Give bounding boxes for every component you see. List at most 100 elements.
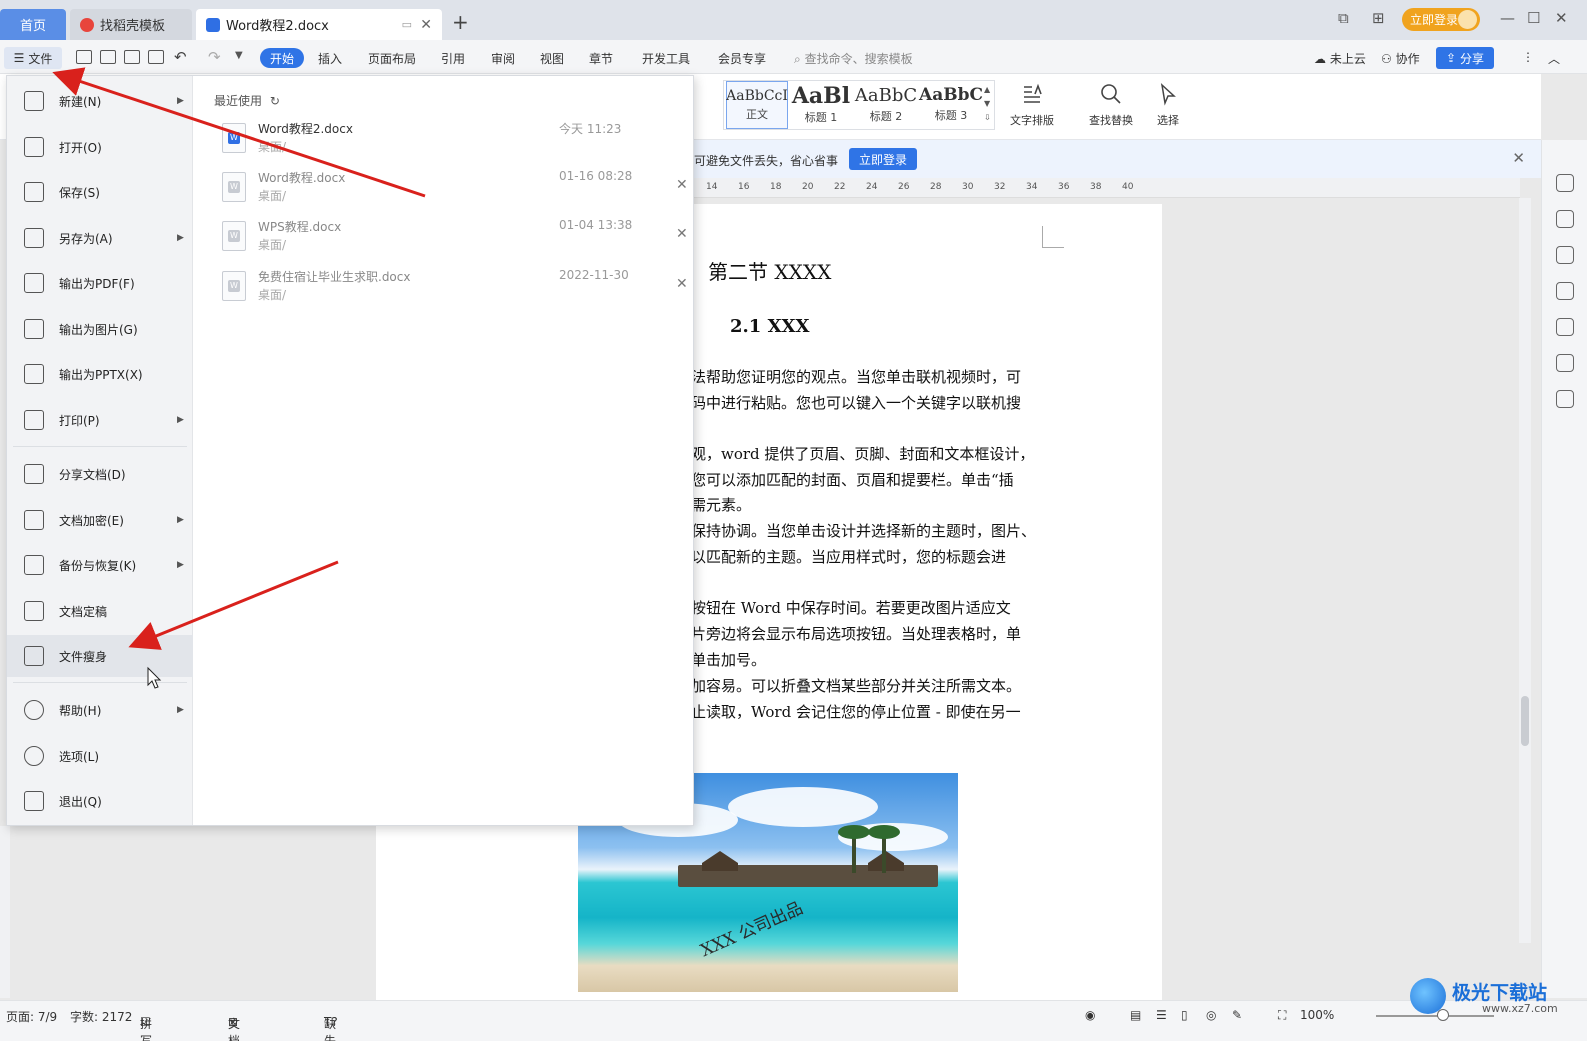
page-indicator[interactable]: 页面: 7/9 (6, 1008, 57, 1025)
remove-recent-icon[interactable]: ✕ (676, 276, 688, 292)
recent-file-item[interactable]: Word教程.docx 桌面/ 01-16 08:28 ✕ (214, 167, 690, 213)
style-heading-3[interactable]: AaBbC 标题 3 (919, 81, 983, 129)
doc-line: 当保持协调。当您单击设计并选择新的主题时，图片、 (676, 522, 1037, 540)
word-count[interactable]: 字数: 2172 (70, 1008, 132, 1025)
menu-item-share[interactable]: 分享文档(D) (7, 453, 193, 495)
tab-member[interactable]: 会员专享 (718, 50, 766, 67)
right-sidebar (1541, 140, 1587, 998)
notice-login-button[interactable]: 立即登录 (849, 148, 917, 170)
export-pdf-icon[interactable] (100, 50, 116, 64)
web-view-icon[interactable]: ◎ (1206, 1008, 1216, 1022)
style-heading-1[interactable]: AaBl 标题 1 (790, 81, 852, 129)
layout-switch-icon[interactable]: ⧉ (1338, 9, 1349, 27)
remove-recent-icon[interactable]: ✕ (676, 226, 688, 242)
share-button[interactable]: ⇪ 分享 (1436, 47, 1494, 69)
print-icon[interactable] (124, 50, 140, 64)
text-layout-button[interactable]: 文字排版 (1010, 82, 1054, 128)
login-button[interactable]: 立即登录 (1402, 8, 1480, 31)
minimize-icon[interactable]: — (1500, 9, 1515, 27)
menu-item-export-pdf[interactable]: 输出为PDF(F) (7, 262, 193, 304)
command-search[interactable]: ⌕ 查找命令、搜索模板 (794, 50, 913, 67)
menu-item-encrypt[interactable]: 文档加密(E) ▶ (7, 499, 193, 541)
pointer-icon[interactable] (1556, 246, 1574, 264)
menu-item-label: 打开(O) (59, 140, 102, 155)
zoom-level[interactable]: 100% (1300, 1008, 1334, 1022)
close-window-icon[interactable]: ✕ (1555, 9, 1568, 27)
collapse-ribbon-icon[interactable]: ︿ (1548, 50, 1560, 67)
collaborate-button[interactable]: ⚇ 协作 (1381, 50, 1420, 67)
horizontal-ruler[interactable]: 14 16 18 20 22 24 26 28 30 32 34 36 38 4… (694, 178, 1520, 198)
style-heading-2[interactable]: AaBbC 标题 2 (854, 81, 918, 129)
image-icon (24, 319, 44, 339)
close-tab-icon[interactable]: ✕ (420, 17, 432, 33)
save-icon[interactable] (76, 50, 92, 64)
recent-file-item[interactable]: Word教程2.docx 桌面/ 今天 11:23 (214, 118, 690, 164)
screen-icon[interactable]: ▭ (402, 18, 412, 31)
select-button[interactable]: 选择 (1156, 82, 1180, 128)
page-view-icon[interactable]: ▤ (1130, 1008, 1141, 1022)
apps-grid-icon[interactable]: ⊞ (1372, 9, 1385, 27)
pen-icon[interactable] (1556, 210, 1574, 228)
recent-file-item[interactable]: 免费住宿让毕业生求职.docx 桌面/ 2022-11-30 ✕ (214, 266, 690, 312)
ruler-tick: 24 (866, 182, 878, 192)
tab-references[interactable]: 引用 (441, 50, 465, 67)
more-options-icon[interactable]: ⋮ (1522, 50, 1534, 64)
maximize-icon[interactable]: ☐ (1527, 9, 1540, 27)
print-preview-icon[interactable] (148, 50, 164, 64)
menu-item-save-as[interactable]: 另存为(A) ▶ (7, 217, 193, 259)
tab-page-layout[interactable]: 页面布局 (368, 50, 416, 67)
write-view-icon[interactable]: ✎ (1232, 1008, 1242, 1022)
tab-document[interactable]: Word教程2.docx ▭ ✕ (196, 9, 442, 40)
vertical-scrollbar[interactable] (1519, 198, 1531, 943)
scrollbar-thumb[interactable] (1521, 696, 1529, 746)
ruler-tick: 18 (770, 182, 782, 192)
refresh-icon[interactable]: ↻ (270, 94, 280, 108)
menu-item-options[interactable]: 选项(L) (7, 735, 193, 777)
tag-icon[interactable] (1556, 354, 1574, 372)
reading-view-icon[interactable]: ▯ (1181, 1008, 1188, 1022)
tab-start[interactable]: 开始 (260, 48, 304, 68)
pptx-icon (24, 364, 44, 384)
menu-item-label: 帮助(H) (59, 703, 102, 718)
tab-developer[interactable]: 开发工具 (642, 50, 690, 67)
book-icon[interactable] (1556, 390, 1574, 408)
style-normal[interactable]: AaBbCcI 正文 (726, 81, 788, 129)
redo-icon[interactable]: ↷ (208, 48, 221, 66)
tab-review[interactable]: 审阅 (491, 50, 515, 67)
menu-item-backup[interactable]: 备份与恢复(K) ▶ (7, 544, 193, 586)
menu-item-exit[interactable]: 退出(Q) (7, 780, 193, 822)
undo-icon[interactable]: ↶ (174, 48, 187, 66)
menu-item-slim-file[interactable]: 文件瘦身 (7, 635, 193, 677)
tab-insert[interactable]: 插入 (318, 50, 342, 67)
tab-chapter[interactable]: 章节 (589, 50, 613, 67)
recent-file-item[interactable]: WPS教程.docx 桌面/ 01-04 13:38 ✕ (214, 216, 690, 262)
menu-item-finalize[interactable]: 文档定稿 (7, 590, 193, 632)
tab-home[interactable]: 首页 (0, 9, 66, 40)
tab-view[interactable]: 视图 (540, 50, 564, 67)
vertical-ruler[interactable] (0, 826, 10, 998)
menu-item-new[interactable]: 新建(N) ▶ (7, 80, 193, 122)
outline-view-icon[interactable]: ☰ (1156, 1008, 1167, 1022)
tab-bar: 首页 找稻壳模板 Word教程2.docx ▭ ✕ + ⧉ ⊞ 立即登录 — ☐… (0, 0, 1587, 40)
find-replace-button[interactable]: 查找替换 (1089, 82, 1133, 128)
new-tab-icon[interactable]: + (452, 10, 469, 34)
menu-item-help[interactable]: 帮助(H) ▶ (7, 689, 193, 731)
menu-item-export-image[interactable]: 输出为图片(G) (7, 308, 193, 350)
style-scroll-icon[interactable]: ▲ ▼ ⇩ (984, 83, 991, 125)
photo-edit-icon[interactable] (1556, 318, 1574, 336)
menu-item-export-pptx[interactable]: 输出为PPTX(X) (7, 353, 193, 395)
menu-item-print[interactable]: 打印(P) ▶ (7, 399, 193, 441)
customize-quick-access-icon[interactable]: ▼ (235, 50, 243, 61)
eye-protection-icon[interactable]: ◉ (1085, 1008, 1095, 1022)
close-notice-icon[interactable]: ✕ (1512, 149, 1525, 167)
new-file-icon (24, 91, 44, 111)
cloud-status[interactable]: ☁ 未上云 (1314, 50, 1366, 67)
tab-template[interactable]: 找稻壳模板 (70, 9, 192, 40)
menu-item-open[interactable]: 打开(O) (7, 126, 193, 168)
file-menu-button[interactable]: ☰ 文件 (4, 47, 62, 69)
menu-item-save[interactable]: 保存(S) (7, 171, 193, 213)
rocket-icon[interactable] (1556, 174, 1574, 192)
fit-page-icon[interactable]: ⛶ (1278, 1008, 1286, 1023)
sliders-icon[interactable] (1556, 282, 1574, 300)
remove-recent-icon[interactable]: ✕ (676, 177, 688, 193)
